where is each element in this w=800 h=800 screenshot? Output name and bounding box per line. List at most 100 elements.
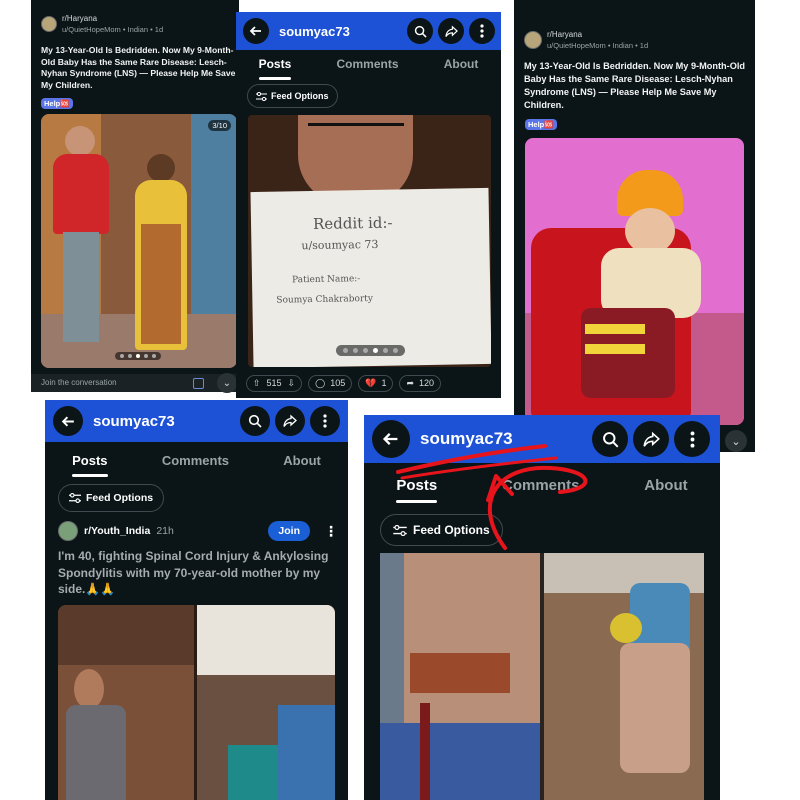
comment-icon: ◯ [315, 377, 326, 388]
post-panel-right: r/Haryana u/QuietHopeMom • Indian • 1d M… [514, 0, 755, 452]
post-actions: ⇧ 515 ⇩ ◯ 105 💔 1 ➦ 120 [246, 373, 496, 393]
flair-help[interactable]: Help🆘 [41, 98, 73, 109]
sliders-icon [393, 524, 407, 536]
downvote-icon[interactable]: ⇩ [288, 378, 296, 389]
back-arrow-icon [382, 433, 398, 445]
handwritten-note: Reddit id:- u/soumyac 73 Patient Name:- … [250, 187, 491, 367]
profile-tabs: Posts Comments About [45, 453, 348, 477]
post-user-meta: u/QuietHopeMom • Indian • 1d [547, 41, 649, 50]
upvote-count: 515 [266, 378, 282, 388]
post-image-couple[interactable]: 3/10 [41, 114, 237, 368]
note-line-1: Reddit id:- [312, 213, 393, 234]
eyeglasses [308, 123, 404, 146]
share-button[interactable] [275, 406, 305, 436]
post-age: 21h [156, 525, 174, 537]
tab-about[interactable]: About [283, 453, 321, 468]
share-count: 120 [419, 378, 435, 388]
share-icon [283, 414, 297, 427]
share-icon [642, 431, 660, 447]
username: soumyac73 [93, 412, 175, 430]
person-man [65, 126, 95, 156]
tab-comments[interactable]: Comments [336, 57, 398, 71]
tab-posts[interactable]: Posts [258, 57, 291, 80]
tab-posts[interactable]: Posts [396, 477, 437, 503]
award-count: 1 [381, 378, 387, 388]
search-icon [414, 25, 427, 38]
note-line-2: u/soumyac 73 [301, 237, 379, 253]
search-icon [248, 414, 262, 428]
subreddit-icon[interactable] [41, 16, 57, 32]
sliders-icon [69, 493, 81, 503]
more-vertical-icon [480, 24, 484, 38]
comment-input[interactable]: Join the conversation [41, 378, 117, 387]
comment-bar[interactable]: Join the conversation [31, 374, 239, 392]
carousel-dots [115, 352, 161, 360]
more-options-button[interactable] [674, 421, 710, 457]
post-title[interactable]: My 13-Year-Old Is Bedridden. Now My 9-Mo… [41, 45, 237, 91]
tab-about[interactable]: About [444, 57, 479, 71]
post-header: r/Haryana u/QuietHopeMom • Indian • 1d [41, 14, 163, 34]
comment-count: 105 [330, 378, 346, 388]
person-woman [147, 154, 175, 182]
more-vertical-icon [323, 414, 327, 428]
upvote-icon[interactable]: ⇧ [253, 378, 261, 389]
profile-panel-bottom-right: soumyac73 Posts Comments About Feed Opti… [364, 415, 720, 800]
collapse-chevron-icon[interactable]: ⌄ [217, 373, 237, 393]
post-image-hospital[interactable] [58, 605, 335, 800]
post-image-verification[interactable]: Reddit id:- u/soumyac 73 Patient Name:- … [248, 115, 491, 367]
share-count-button[interactable]: ➦ 120 [399, 374, 442, 392]
share-button[interactable] [633, 421, 669, 457]
more-options-button[interactable] [310, 406, 340, 436]
post-title[interactable]: I'm 40, fighting Spinal Cord Injury & An… [58, 548, 343, 598]
subreddit-name[interactable]: r/Haryana [62, 14, 163, 23]
more-vertical-icon [690, 430, 694, 448]
back-button[interactable] [372, 420, 410, 458]
comment-button[interactable]: ◯ 105 [308, 374, 353, 392]
subreddit-icon[interactable] [58, 521, 78, 541]
more-vertical-icon[interactable]: ⋮ [324, 523, 338, 540]
subreddit-name[interactable]: r/Youth_India [84, 525, 150, 537]
back-button[interactable] [243, 18, 269, 44]
sliders-icon [256, 91, 267, 101]
share-icon [444, 25, 458, 37]
back-arrow-icon [249, 26, 261, 36]
post-image-baby[interactable] [525, 138, 744, 425]
search-button[interactable] [407, 18, 433, 44]
profile-tabs: Posts Comments About [364, 477, 720, 503]
award-button[interactable]: 💔 1 [358, 374, 394, 392]
username: soumyac73 [279, 23, 350, 39]
post-header: r/Youth_India 21h Join ⋮ [58, 521, 338, 541]
profile-panel-center: soumyac73 Posts Comments About Feed Opti… [236, 12, 501, 398]
image-icon[interactable] [193, 378, 204, 389]
profile-header: soumyac73 [236, 12, 501, 50]
post-user-meta: u/QuietHopeMom • Indian • 1d [62, 25, 164, 34]
profile-header: soumyac73 [45, 400, 348, 442]
note-line-4: Soumya Chakraborty [276, 293, 374, 306]
username: soumyac73 [420, 429, 513, 448]
collapse-chevron-icon[interactable]: ⌄ [725, 430, 747, 452]
post-header: r/Haryana u/QuietHopeMom • Indian • 1d [524, 30, 648, 50]
post-image-wheelchair[interactable] [380, 553, 704, 800]
tab-comments[interactable]: Comments [502, 477, 580, 494]
share-arrow-icon: ➦ [406, 377, 415, 388]
search-button[interactable] [240, 406, 270, 436]
back-button[interactable] [53, 406, 83, 436]
search-icon [602, 431, 618, 447]
search-button[interactable] [592, 421, 628, 457]
join-button[interactable]: Join [268, 521, 310, 541]
subreddit-icon[interactable] [524, 31, 542, 49]
feed-options-label: Feed Options [86, 492, 154, 504]
feed-options-button[interactable]: Feed Options [380, 514, 503, 546]
profile-panel-bottom-left: soumyac73 Posts Comments About Feed Opti… [45, 400, 348, 800]
flair-help[interactable]: Help🆘 [525, 119, 557, 130]
share-button[interactable] [438, 18, 464, 44]
subreddit-name[interactable]: r/Haryana [547, 30, 648, 39]
post-title[interactable]: My 13-Year-Old Is Bedridden. Now My 9-Mo… [524, 60, 752, 112]
tab-about[interactable]: About [644, 477, 687, 494]
back-arrow-icon [61, 416, 74, 426]
feed-options-button[interactable]: Feed Options [247, 84, 338, 108]
feed-options-button[interactable]: Feed Options [58, 484, 165, 512]
tab-comments[interactable]: Comments [162, 453, 229, 468]
more-options-button[interactable] [469, 18, 495, 44]
tab-posts[interactable]: Posts [72, 453, 108, 477]
